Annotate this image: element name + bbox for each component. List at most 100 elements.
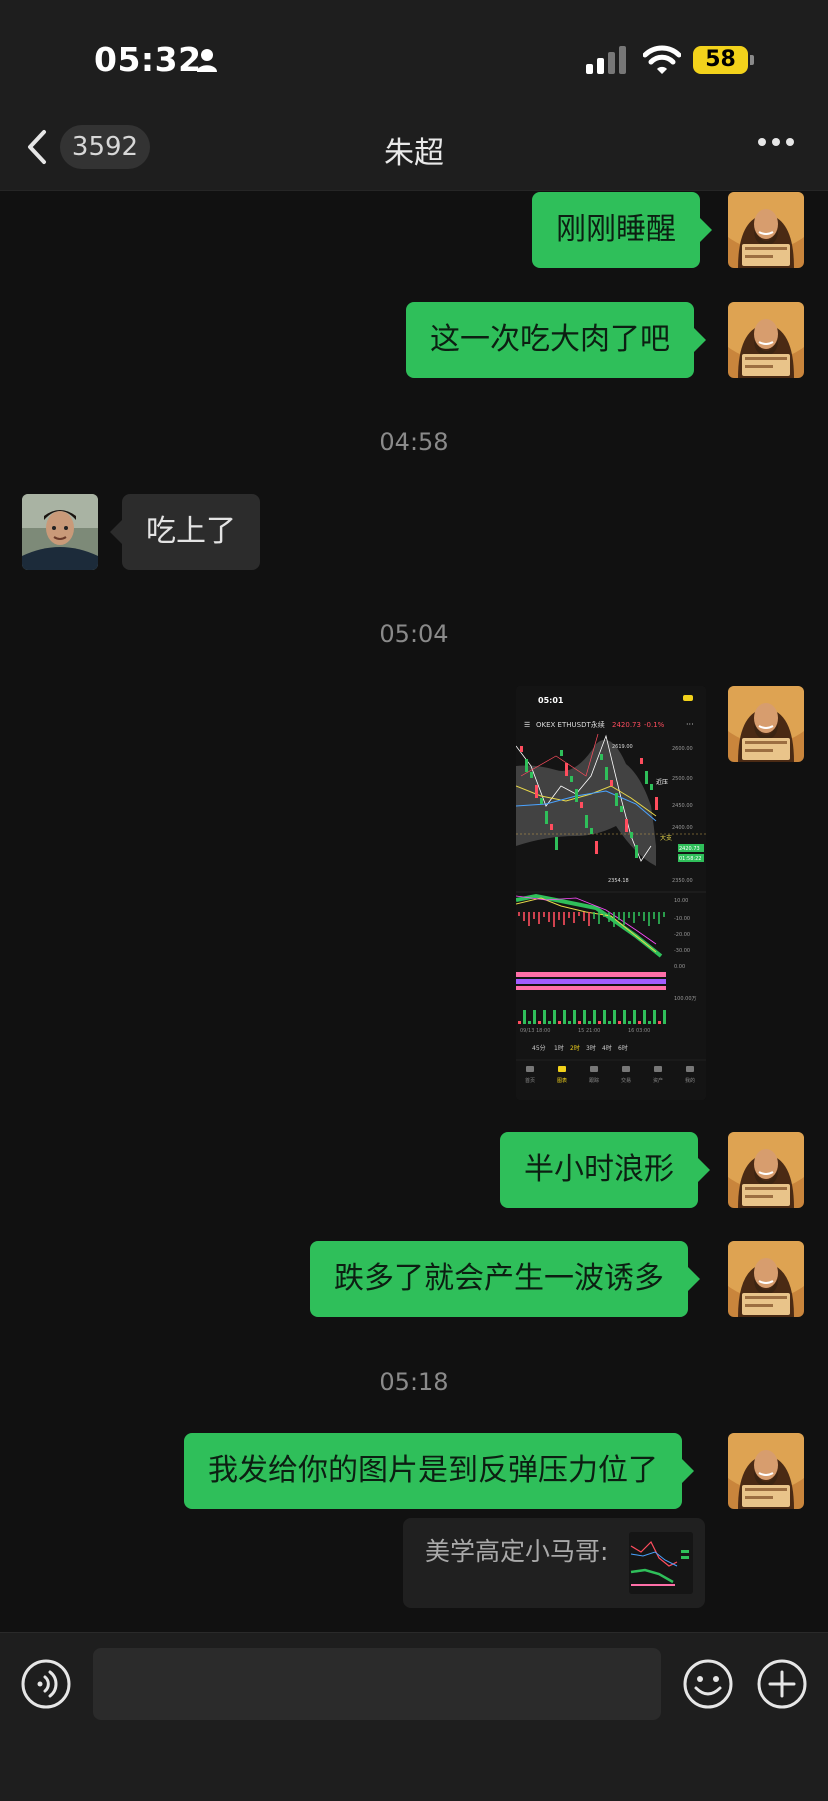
message-bubble-sent[interactable]: 我发给你的图片是到反弹压力位了	[184, 1433, 694, 1509]
macd-bar-mark	[618, 912, 620, 920]
my-avatar[interactable]	[728, 302, 804, 378]
shot-annotation-support: 大支	[660, 834, 672, 842]
volume-bar-mark	[583, 1010, 586, 1024]
shot-macd-tick: 10.00	[674, 898, 688, 904]
macd-bar-mark	[528, 912, 530, 926]
message-bubble-received[interactable]: 吃上了	[110, 494, 260, 570]
candle-mark	[625, 819, 628, 832]
contact-avatar[interactable]	[22, 494, 98, 570]
candle-mark	[525, 759, 528, 772]
shot-macd-tick: -10.00	[674, 916, 690, 922]
my-avatar[interactable]	[728, 1241, 804, 1317]
candle-mark	[570, 776, 573, 782]
shot-x-tick: 15 21:00	[578, 1028, 600, 1034]
shot-macd-tick: 0.00	[674, 964, 685, 970]
macd-bar-mark	[538, 912, 540, 924]
candle-mark	[580, 802, 583, 808]
message-input[interactable]	[93, 1648, 661, 1720]
image-message[interactable]: 05:01 ☰ OKEX ETHUSDT永续 2420.73 -0.1% ···…	[516, 686, 706, 1100]
message-bubble-sent[interactable]: 刚刚睡醒	[532, 192, 712, 268]
volume-bar-mark	[553, 1010, 556, 1024]
voice-input-icon[interactable]	[20, 1658, 72, 1710]
shot-price-tick: 2500.00	[672, 776, 693, 782]
quoted-image-thumbnail[interactable]	[629, 1532, 693, 1594]
emoji-icon[interactable]	[682, 1658, 734, 1710]
candle-mark	[550, 824, 553, 830]
shot-price-tick: 2400.00	[672, 825, 693, 831]
volume-bar-mark	[533, 1010, 536, 1024]
message-bubble-sent[interactable]: 半小时浪形	[500, 1132, 710, 1208]
macd-bar-mark	[593, 912, 595, 919]
macd-bar-mark	[578, 912, 580, 916]
shot-timeframe: 4时	[602, 1044, 612, 1052]
message-bubble-sent[interactable]: 这一次吃大肉了吧	[406, 302, 706, 378]
volume-bar-mark	[608, 1021, 611, 1024]
candle-mark	[530, 772, 533, 778]
volume-bar-mark	[573, 1010, 576, 1024]
shot-price-tick: 2350.00	[672, 878, 693, 884]
candle-mark	[635, 845, 638, 858]
macd-bar-mark	[518, 912, 520, 916]
shot-battery	[683, 695, 693, 701]
macd-bar-mark	[638, 912, 640, 916]
shot-annotation-resistance: 近压	[656, 778, 668, 786]
candle-mark	[620, 806, 623, 812]
shot-nav-label: 图表	[557, 1077, 567, 1084]
shot-x-tick: 16 03:00	[628, 1028, 650, 1034]
shot-nav-label: 交易	[621, 1077, 631, 1084]
shot-status-time: 05:01	[538, 696, 564, 705]
shot-timeframe: 6时	[618, 1044, 628, 1052]
battery-level: 58	[693, 46, 748, 74]
macd-bar-mark	[653, 912, 655, 919]
volume-bar-mark	[643, 1010, 646, 1024]
person-icon	[197, 49, 217, 72]
shot-nav-label: 我的	[685, 1077, 695, 1084]
macd-bar-mark	[608, 912, 610, 922]
candle-mark	[640, 758, 643, 764]
macd-bar-mark	[533, 912, 535, 919]
candle-mark	[590, 828, 593, 834]
volume-bar-mark	[593, 1010, 596, 1024]
my-avatar[interactable]	[728, 192, 804, 268]
candle-mark	[630, 832, 633, 838]
macd-bar-mark	[633, 912, 635, 923]
chat-title: 朱超	[384, 136, 444, 171]
candle-mark	[605, 767, 608, 780]
candle-mark	[575, 789, 578, 802]
macd-bar-mark	[563, 912, 565, 925]
volume-bar-mark	[618, 1021, 621, 1024]
shot-more-icon: ···	[686, 720, 694, 729]
shot-timeframe-active: 2时	[570, 1044, 580, 1052]
candle-mark	[540, 798, 543, 804]
volume-bar-mark	[558, 1021, 561, 1024]
macd-bar-mark	[583, 912, 585, 921]
message-bubble-sent[interactable]: 跌多了就会产生一波诱多	[310, 1241, 700, 1317]
my-avatar[interactable]	[728, 1433, 804, 1509]
shot-nav-icon	[686, 1066, 694, 1072]
shot-macd-tick: -20.00	[674, 932, 690, 938]
volume-bar-mark	[628, 1021, 631, 1024]
shot-nav-icon	[526, 1066, 534, 1072]
status-time: 05:32	[94, 40, 202, 79]
macd-bar-mark	[663, 912, 665, 917]
volume-bar-mark	[523, 1010, 526, 1024]
macd-bar-mark	[628, 912, 630, 918]
volume-bar-mark	[603, 1010, 606, 1024]
macd-bar-mark	[548, 912, 550, 922]
shot-change: -0.1%	[644, 721, 665, 729]
candle-mark	[555, 837, 558, 850]
shot-nav-icon	[654, 1066, 662, 1072]
volume-bar-mark	[563, 1010, 566, 1024]
candle-mark	[560, 750, 563, 756]
shot-nav-label: 首页	[525, 1077, 535, 1084]
macd-bar-mark	[623, 912, 625, 925]
macd-bar-mark	[573, 912, 575, 923]
candle-mark	[565, 763, 568, 776]
my-avatar[interactable]	[728, 1132, 804, 1208]
more-options-icon[interactable]	[756, 136, 796, 148]
macd-bar-mark	[648, 912, 650, 926]
volume-bar-mark	[653, 1010, 656, 1024]
quoted-message[interactable]: 美学高定小马哥:	[403, 1518, 705, 1608]
my-avatar[interactable]	[728, 686, 804, 762]
add-attachment-icon[interactable]	[756, 1658, 808, 1710]
